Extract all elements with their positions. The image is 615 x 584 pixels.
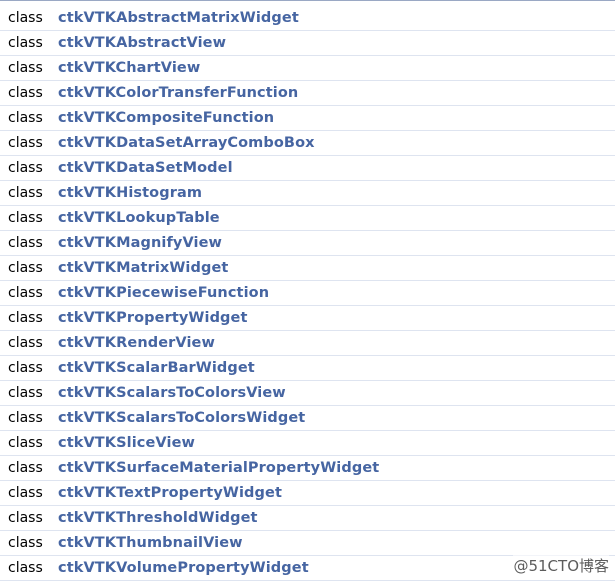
table-row: class ctkVTKThumbnailView: [0, 531, 615, 556]
table-row: class ctkVTKDataSetModel: [0, 156, 615, 181]
class-name-link[interactable]: ctkVTKRenderView: [58, 335, 215, 351]
class-name-link[interactable]: ctkVTKScalarsToColorsView: [58, 385, 286, 401]
class-kind-label: class: [8, 35, 43, 51]
watermark: @51CTO博客: [513, 555, 609, 576]
table-row: class ctkVTKAbstractMatrixWidget: [0, 6, 615, 31]
class-kind-label: class: [8, 185, 43, 201]
table-row: class ctkVTKSurfaceMaterialPropertyWidget: [0, 456, 615, 481]
class-kind-label: class: [8, 435, 43, 451]
class-kind-label: class: [8, 385, 43, 401]
class-kind-label: class: [8, 360, 43, 376]
class-name-link[interactable]: ctkVTKMagnifyView: [58, 235, 222, 251]
class-kind-label: class: [8, 135, 43, 151]
table-row: class ctkVTKMagnifyView: [0, 231, 615, 256]
class-name-link[interactable]: ctkVTKThumbnailView: [58, 535, 243, 551]
table-row: class ctkVTKChartView: [0, 56, 615, 81]
class-name-link[interactable]: ctkVTKLookupTable: [58, 210, 220, 226]
table-row: class ctkVTKPiecewiseFunction: [0, 281, 615, 306]
class-kind-label: class: [8, 535, 43, 551]
class-kind-label: class: [8, 335, 43, 351]
class-kind-label: class: [8, 285, 43, 301]
class-kind-label: class: [8, 210, 43, 226]
class-kind-label: class: [8, 560, 43, 576]
class-name-link[interactable]: ctkVTKPiecewiseFunction: [58, 285, 269, 301]
class-name-link[interactable]: ctkVTKSliceView: [58, 435, 195, 451]
class-kind-label: class: [8, 460, 43, 476]
class-kind-label: class: [8, 235, 43, 251]
class-name-link[interactable]: ctkVTKPropertyWidget: [58, 310, 248, 326]
class-name-link[interactable]: ctkVTKColorTransferFunction: [58, 85, 298, 101]
table-row: class ctkVTKMatrixWidget: [0, 256, 615, 281]
class-name-link[interactable]: ctkVTKTextPropertyWidget: [58, 485, 282, 501]
class-kind-label: class: [8, 85, 43, 101]
class-kind-label: class: [8, 260, 43, 276]
class-name-link[interactable]: ctkVTKDataSetArrayComboBox: [58, 135, 315, 151]
class-name-link[interactable]: ctkVTKScalarBarWidget: [58, 360, 255, 376]
class-name-link[interactable]: ctkVTKHistogram: [58, 185, 202, 201]
class-name-link[interactable]: ctkVTKThresholdWidget: [58, 510, 258, 526]
class-name-link[interactable]: ctkVTKVolumePropertyWidget: [58, 560, 309, 576]
table-row: class ctkVTKThresholdWidget: [0, 506, 615, 531]
class-name-link[interactable]: ctkVTKScalarsToColorsWidget: [58, 410, 305, 426]
table-row: class ctkVTKColorTransferFunction: [0, 81, 615, 106]
table-row: class ctkVTKTextPropertyWidget: [0, 481, 615, 506]
table-row: class ctkVTKCompositeFunction: [0, 106, 615, 131]
class-name-link[interactable]: ctkVTKCompositeFunction: [58, 110, 274, 126]
class-kind-label: class: [8, 410, 43, 426]
table-row: class ctkVTKAbstractView: [0, 31, 615, 56]
class-kind-label: class: [8, 310, 43, 326]
class-kind-label: class: [8, 10, 43, 26]
class-kind-label: class: [8, 485, 43, 501]
class-name-link[interactable]: ctkVTKAbstractView: [58, 35, 226, 51]
table-row: class ctkVTKSliceView: [0, 431, 615, 456]
table-row: class ctkVTKDataSetArrayComboBox: [0, 131, 615, 156]
class-kind-label: class: [8, 160, 43, 176]
class-kind-label: class: [8, 510, 43, 526]
table-row: class ctkVTKLookupTable: [0, 206, 615, 231]
table-row: class ctkVTKScalarsToColorsWidget: [0, 406, 615, 431]
table-row: class ctkVTKRenderView: [0, 331, 615, 356]
class-name-link[interactable]: ctkVTKChartView: [58, 60, 200, 76]
table-row: class ctkVTKPropertyWidget: [0, 306, 615, 331]
class-name-link[interactable]: ctkVTKMatrixWidget: [58, 260, 228, 276]
class-kind-label: class: [8, 60, 43, 76]
class-name-link[interactable]: ctkVTKSurfaceMaterialPropertyWidget: [58, 460, 379, 476]
table-row: class ctkVTKScalarBarWidget: [0, 356, 615, 381]
table-row: class ctkVTKHistogram: [0, 181, 615, 206]
class-kind-label: class: [8, 110, 43, 126]
table-row: class ctkVTKScalarsToColorsView: [0, 381, 615, 406]
class-list: class ctkVTKAbstractMatrixWidget class ctkV…: [0, 6, 615, 581]
class-name-link[interactable]: ctkVTKDataSetModel: [58, 160, 233, 176]
class-name-link[interactable]: ctkVTKAbstractMatrixWidget: [58, 10, 299, 26]
